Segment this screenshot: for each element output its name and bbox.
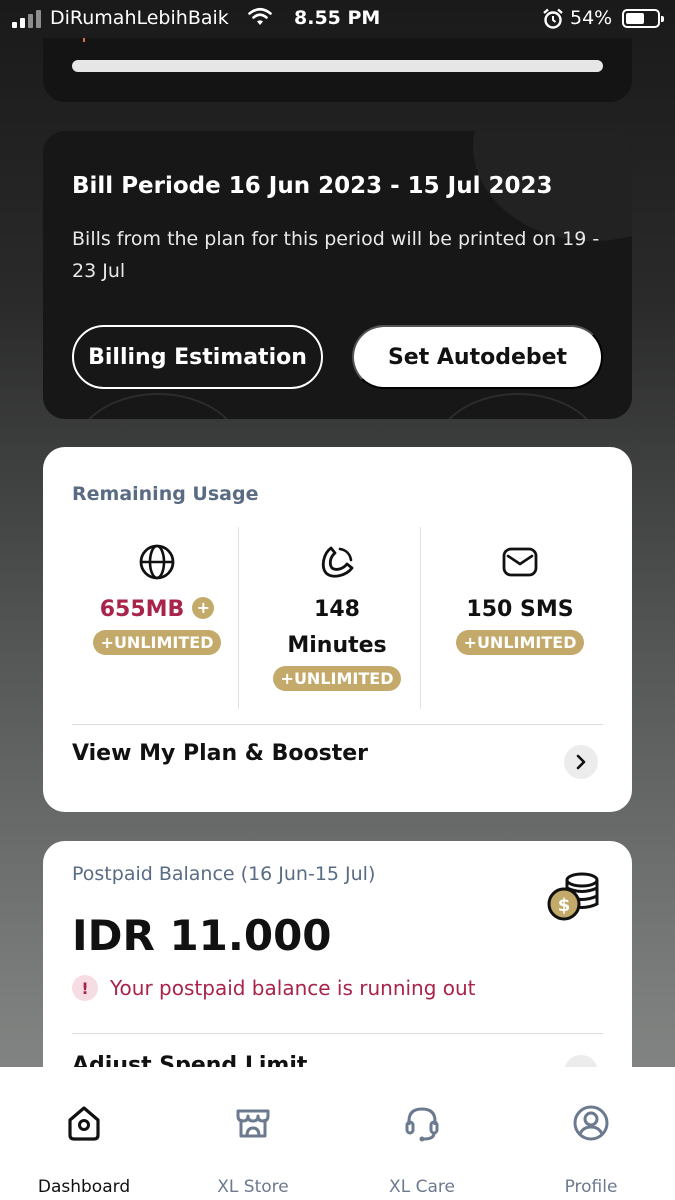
- divider: [72, 724, 603, 725]
- wifi-icon: [248, 7, 272, 32]
- voice-remaining-unit: Minutes: [287, 633, 387, 658]
- profile-icon: [507, 1103, 675, 1143]
- nav-xl-care[interactable]: XL Care: [338, 1067, 506, 1200]
- billing-estimation-button[interactable]: Billing Estimation: [72, 325, 323, 389]
- phone-icon: [247, 542, 427, 582]
- svg-text:$: $: [558, 895, 571, 916]
- low-balance-warning: ! Your postpaid balance is running out: [72, 975, 476, 1001]
- chevron-right-icon[interactable]: [564, 745, 598, 779]
- bill-period-card: Bill Periode 16 Jun 2023 - 15 Jul 2023 B…: [43, 131, 632, 419]
- add-data-icon[interactable]: +: [192, 597, 215, 619]
- postpaid-balance-label: Postpaid Balance (16 Jun-15 Jul): [72, 863, 376, 885]
- remaining-usage-card: Remaining Usage 655MB + +UNLIMITED 148 Min…: [43, 447, 632, 812]
- battery-icon: [622, 9, 664, 28]
- nav-label: XL Store: [217, 1177, 289, 1197]
- divider: [72, 1033, 603, 1034]
- package-card-partial: [43, 38, 632, 102]
- nav-label: Dashboard: [37, 1177, 131, 1197]
- coins-icon: $: [546, 871, 602, 929]
- remaining-usage-title: Remaining Usage: [72, 483, 259, 505]
- headset-icon: [338, 1103, 506, 1143]
- bill-period-title: Bill Periode 16 Jun 2023 - 15 Jul 2023: [72, 173, 553, 199]
- mail-icon: [430, 542, 610, 582]
- data-unlimited-badge: +UNLIMITED: [92, 630, 222, 655]
- nav-dashboard[interactable]: Dashboard: [0, 1067, 168, 1200]
- quota-progress-bar: [72, 60, 603, 72]
- progress-marker: [83, 38, 85, 42]
- home-icon: [0, 1103, 168, 1143]
- voice-remaining-value: 148: [314, 597, 360, 622]
- data-usage: 655MB + +UNLIMITED: [67, 542, 247, 655]
- bill-period-description: Bills from the plan for this period will…: [72, 228, 600, 282]
- alert-icon: !: [72, 975, 98, 1001]
- decorative-ring: [433, 393, 603, 419]
- store-icon: [169, 1103, 337, 1143]
- nav-label: XL Care: [389, 1177, 455, 1197]
- bottom-navigation: Dashboard XL Store XL Care Profile: [0, 1067, 675, 1200]
- data-remaining-value: 655MB: [99, 597, 185, 622]
- clock: 8.55 PM: [294, 7, 381, 29]
- nav-xl-store[interactable]: XL Store: [169, 1067, 337, 1200]
- set-autodebet-button[interactable]: Set Autodebet: [352, 325, 603, 389]
- sms-remaining-value: 150 SMS: [466, 597, 574, 622]
- divider: [420, 527, 421, 709]
- signal-icon: [12, 10, 44, 28]
- view-plan-booster-link[interactable]: View My Plan & Booster: [72, 741, 368, 766]
- nav-profile[interactable]: Profile: [507, 1067, 675, 1200]
- battery-percent: 54%: [570, 7, 613, 29]
- decorative-ring: [73, 393, 243, 419]
- globe-icon: [67, 542, 247, 582]
- status-bar: DiRumahLebihBaik 8.55 PM 54%: [0, 0, 675, 38]
- sms-unlimited-badge: +UNLIMITED: [455, 630, 585, 655]
- low-balance-warning-text: Your postpaid balance is running out: [110, 976, 476, 1000]
- postpaid-balance-amount: IDR 11.000: [72, 911, 332, 960]
- nav-label: Profile: [564, 1177, 618, 1197]
- voice-unlimited-badge: +UNLIMITED: [272, 666, 402, 691]
- sms-usage: 150 SMS +UNLIMITED: [430, 542, 610, 655]
- voice-usage: 148 Minutes +UNLIMITED: [247, 542, 427, 691]
- divider: [238, 527, 239, 709]
- alarm-icon: [542, 8, 564, 35]
- carrier-name: DiRumahLebihBaik: [50, 7, 229, 29]
